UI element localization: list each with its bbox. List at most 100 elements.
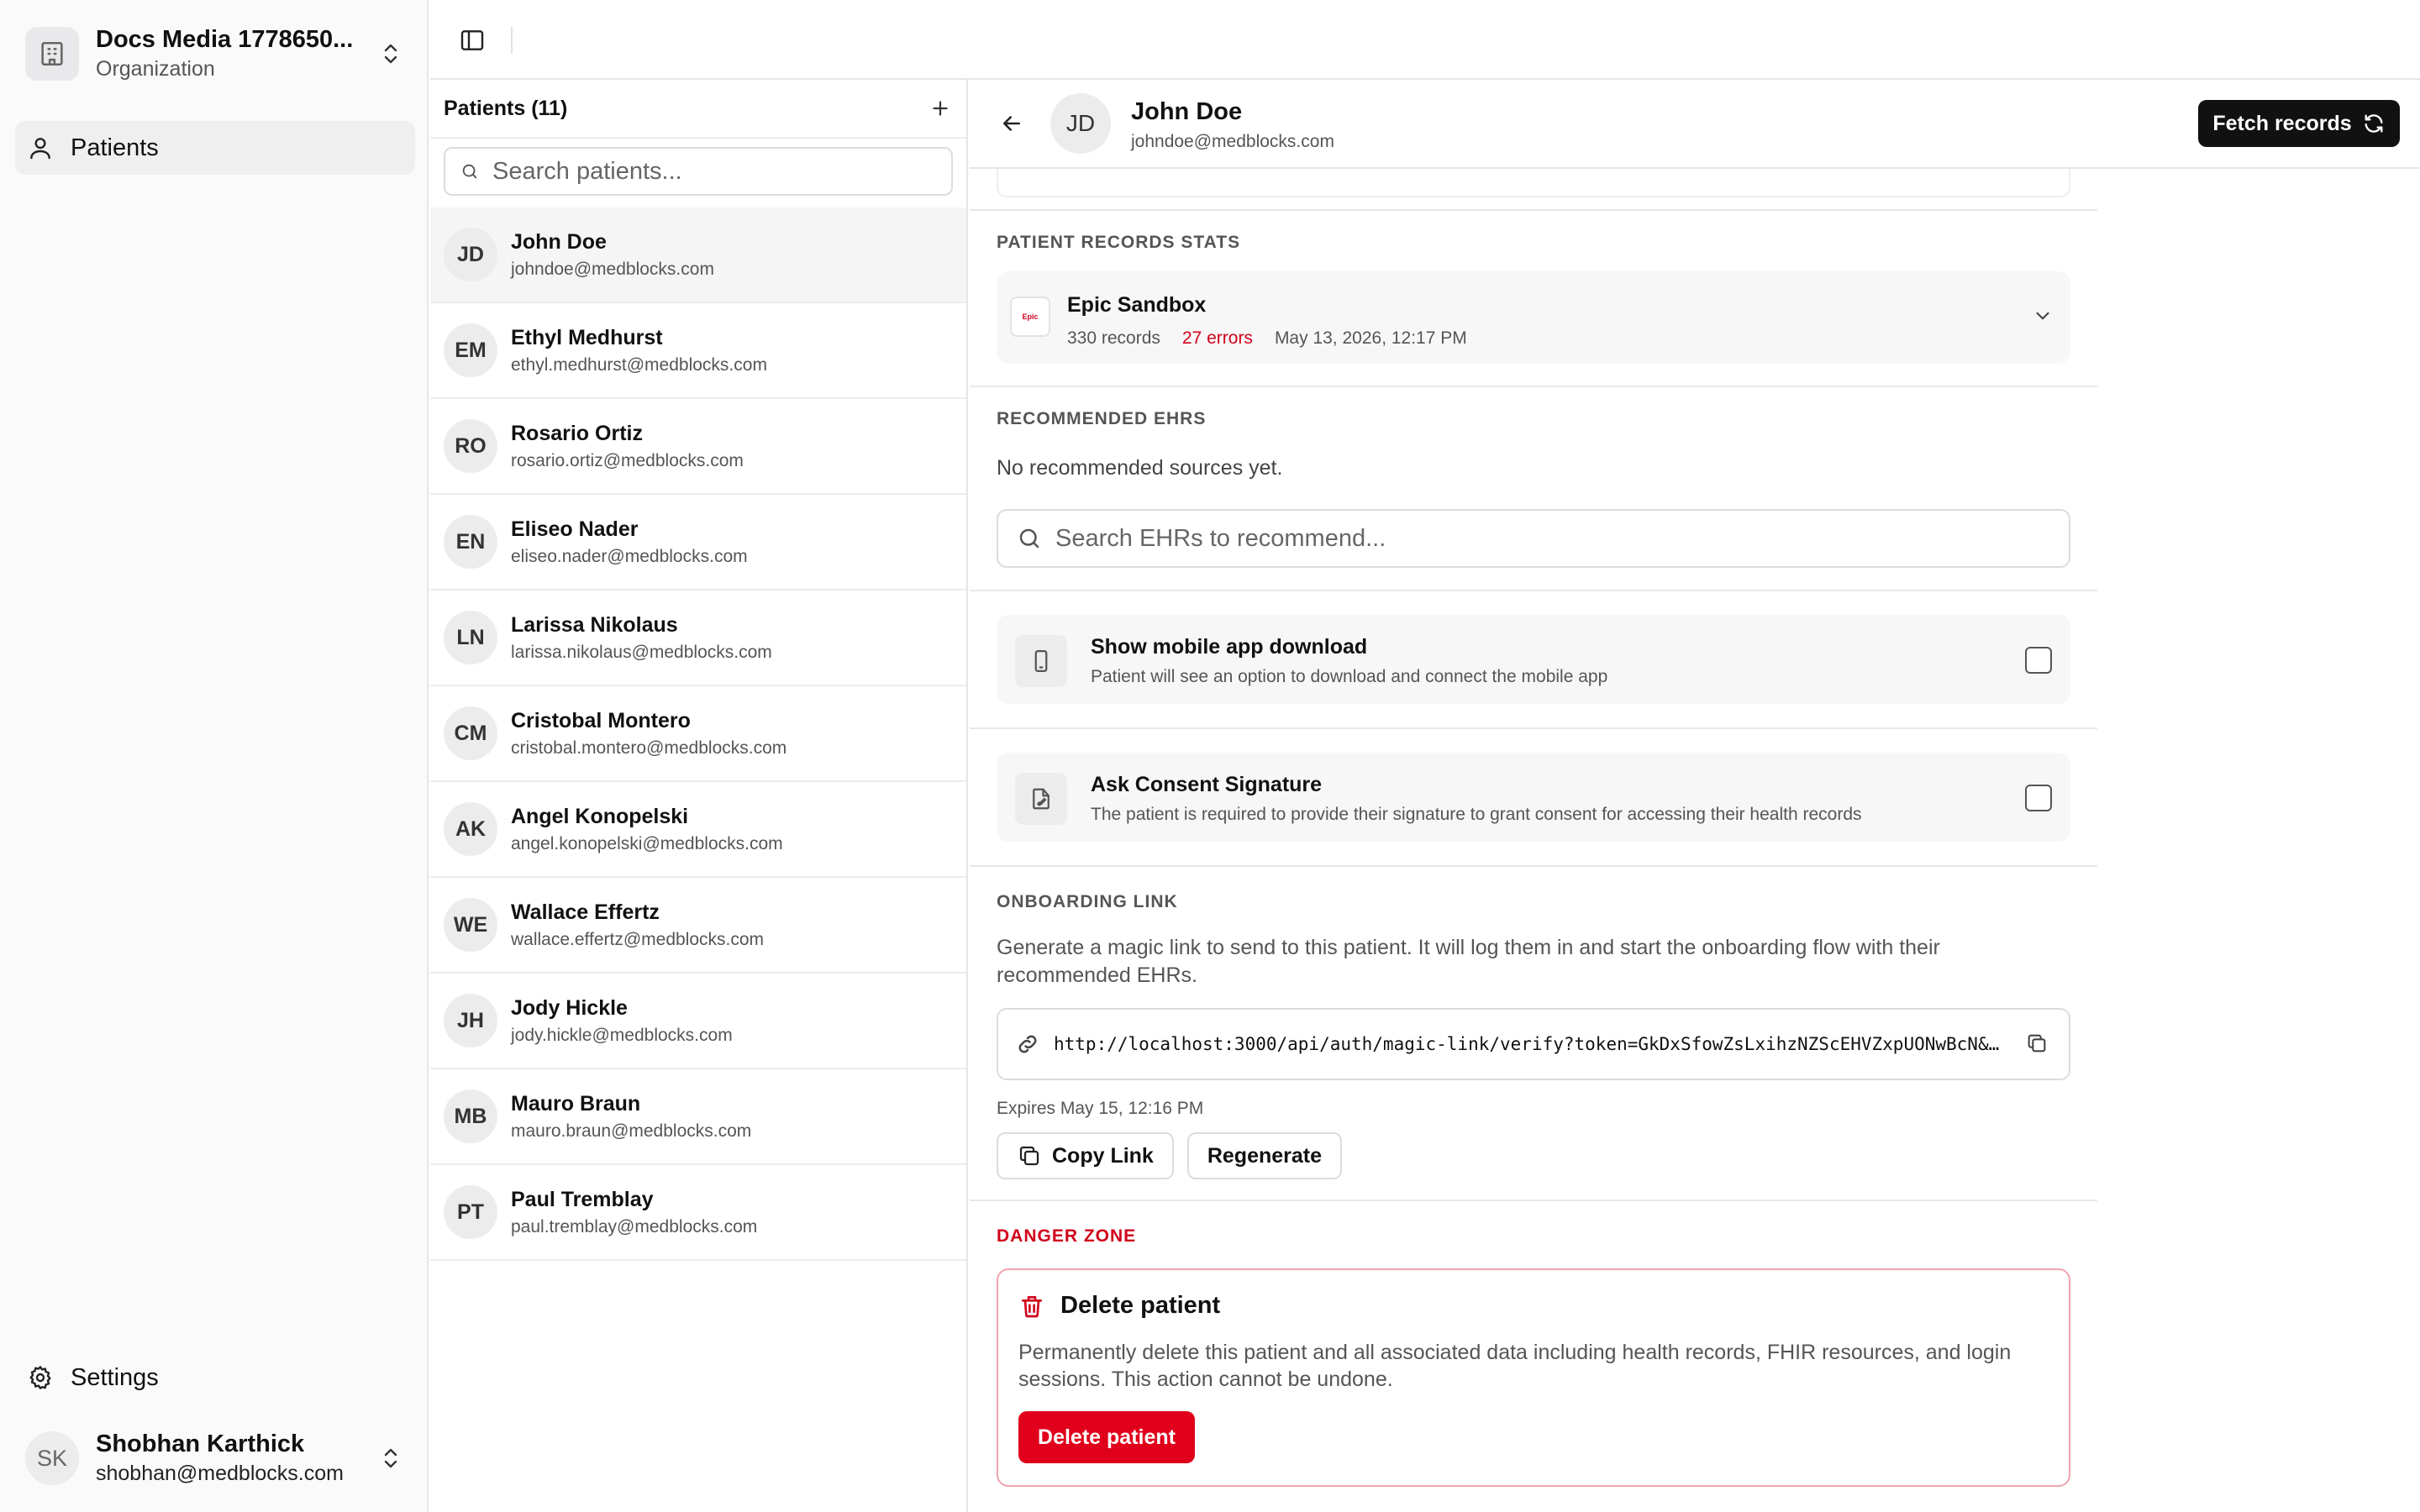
org-subtitle: Organization — [96, 57, 215, 81]
app-window: Docs Media 1778650... Organization Patie… — [0, 0, 2420, 1512]
patients-header: Patients (11) — [430, 80, 966, 139]
copy-link-button[interactable]: Copy Link — [997, 1132, 1174, 1179]
section-title: ONBOARDING LINK — [997, 892, 1178, 911]
gear-icon — [27, 1364, 54, 1391]
org-name: Docs Media 1778650... — [96, 26, 354, 53]
section-title: DANGER ZONE — [997, 1226, 1137, 1246]
smartphone-icon — [1015, 635, 1067, 687]
patient-list-item[interactable]: EM Ethyl Medhurst ethyl.medhurst@medblocks… — [430, 303, 966, 399]
patient-detail: JD John Doe johndoe@medblocks.com Fetch … — [970, 80, 2420, 1512]
magic-link-url[interactable]: http://localhost:3000/api/auth/magic-lin… — [1054, 1034, 2003, 1054]
ehr-source-card[interactable]: Epic Epic Sandbox 330 records 27 errors … — [997, 271, 2070, 364]
search-input[interactable] — [492, 157, 929, 186]
patient-name: Angel Konopelski — [511, 804, 689, 828]
patient-name: Rosario Ortiz — [511, 421, 643, 445]
link-icon — [1018, 1035, 1037, 1053]
scrolled-card-remnant — [970, 150, 2097, 211]
patient-name: Paul Tremblay — [511, 1187, 654, 1211]
regenerate-button[interactable]: Regenerate — [1186, 1132, 1343, 1179]
mobile-app-option: Show mobile app download Patient will se… — [997, 615, 2070, 704]
building-icon — [25, 27, 79, 81]
patient-email: ethyl.medhurst@medblocks.com — [511, 354, 767, 375]
chevron-down-icon[interactable] — [2032, 305, 2054, 331]
patient-name: Wallace Effertz — [511, 900, 660, 924]
top-bar — [430, 0, 2420, 80]
fetch-records-label: Fetch records — [2212, 111, 2352, 135]
option-description: The patient is required to provide their… — [1091, 805, 1862, 824]
patients-panel: Patients (11) JD John Doe johndoe@medblock… — [430, 80, 968, 1512]
arrow-left-icon — [1003, 116, 1020, 131]
ehr-search-input[interactable] — [1055, 524, 2022, 553]
detail-header: JD John Doe johndoe@medblocks.com Fetch … — [970, 80, 2420, 169]
search-icon — [462, 164, 477, 179]
patient-list-item[interactable]: PT Paul Tremblay paul.tremblay@medblocks.c… — [430, 1165, 966, 1261]
patient-list-item[interactable]: RO Rosario Ortiz rosario.ortiz@medblocks.c… — [430, 399, 966, 495]
user-name: Shobhan Karthick — [96, 1431, 305, 1457]
regenerate-label: Regenerate — [1207, 1143, 1323, 1168]
delete-card-title: Delete patient — [1060, 1292, 1221, 1319]
patient-list-item[interactable]: WE Wallace Effertz wallace.effertz@medbloc… — [430, 878, 966, 974]
consent-section: Ask Consent Signature The patient is req… — [970, 729, 2097, 867]
patient-name: John Doe — [1131, 98, 1243, 125]
onboarding-description: Generate a magic link to send to this pa… — [997, 936, 1940, 987]
mobile-app-section: Show mobile app download Patient will se… — [970, 591, 2097, 729]
back-button[interactable] — [995, 107, 1028, 140]
patient-email: johndoe@medblocks.com — [511, 259, 714, 279]
patient-list: JD John Doe johndoe@medblocks.com EM Ethyl M… — [430, 207, 966, 1261]
trash-icon — [1018, 1293, 1045, 1320]
delete-patient-button[interactable]: Delete patient — [1018, 1411, 1195, 1463]
patient-name: Cristobal Montero — [511, 708, 691, 732]
patient-email: paul.tremblay@medblocks.com — [511, 1216, 758, 1236]
patient-email: mauro.braun@medblocks.com — [511, 1121, 752, 1141]
delete-patient-card: Delete patient Permanently delete this p… — [997, 1268, 2070, 1487]
patient-list-item[interactable]: CM Cristobal Montero cristobal.montero@med… — [430, 686, 966, 782]
empty-state-text: No recommended sources yet. — [997, 456, 1283, 480]
patient-email: larissa.nikolaus@medblocks.com — [511, 642, 772, 662]
avatar: SK — [25, 1431, 79, 1485]
chevrons-up-down-icon — [378, 1441, 403, 1475]
patients-title: Patients (11) — [444, 96, 568, 120]
avatar: MB — [444, 1089, 497, 1143]
fetch-records-button[interactable]: Fetch records — [2198, 100, 2400, 147]
patient-search — [444, 147, 953, 196]
sidebar-item-patients[interactable]: Patients — [15, 121, 415, 175]
sidebar-item-settings[interactable]: Settings — [15, 1351, 415, 1404]
copy-icon[interactable] — [2025, 1032, 2049, 1059]
epic-logo: Epic — [1010, 297, 1050, 337]
sidebar-toggle-button[interactable] — [455, 24, 489, 57]
patient-list-item[interactable]: LN Larissa Nikolaus larissa.nikolaus@medbl… — [430, 591, 966, 686]
danger-zone-section: DANGER ZONE Delete patient Permanently d… — [970, 1201, 2097, 1487]
patient-email: rosario.ortiz@medblocks.com — [511, 450, 744, 470]
recommended-ehrs-section: RECOMMENDED EHRS No recommended sources … — [970, 387, 2097, 591]
patient-name: Eliseo Nader — [511, 517, 639, 541]
mobile-app-checkbox[interactable] — [2025, 647, 2052, 674]
patient-email: jody.hickle@medblocks.com — [511, 1025, 733, 1045]
org-switcher[interactable]: Docs Media 1778650... Organization — [25, 24, 403, 84]
option-title: Ask Consent Signature — [1091, 773, 1323, 796]
option-title: Show mobile app download — [1091, 635, 1368, 659]
patient-list-item[interactable]: AK Angel Konopelski angel.konopelski@medbl… — [430, 782, 966, 878]
avatar: EN — [444, 515, 497, 569]
patient-list-item[interactable]: JD John Doe johndoe@medblocks.com — [430, 207, 966, 303]
link-expiry: Expires May 15, 12:16 PM — [997, 1099, 1204, 1118]
patient-list-item[interactable]: JH Jody Hickle jody.hickle@medblocks.com — [430, 974, 966, 1069]
add-patient-button[interactable] — [929, 97, 951, 119]
section-title: RECOMMENDED EHRS — [997, 409, 1207, 428]
user-menu[interactable]: SK Shobhan Karthick shobhan@medblocks.co… — [25, 1428, 403, 1488]
option-description: Patient will see an option to download a… — [1091, 667, 1608, 686]
patient-list-item[interactable]: EN Eliseo Nader eliseo.nader@medblocks.com — [430, 495, 966, 591]
avatar: JD — [1050, 93, 1111, 154]
user-email: shobhan@medblocks.com — [96, 1462, 344, 1485]
patient-email: wallace.effertz@medblocks.com — [511, 929, 765, 949]
patient-list-item[interactable]: MB Mauro Braun mauro.braun@medblocks.com — [430, 1069, 966, 1165]
sidebar-item-label: Settings — [71, 1363, 159, 1391]
patient-name: Mauro Braun — [511, 1091, 641, 1116]
error-count: 27 errors — [1181, 328, 1253, 348]
panel-left-icon — [460, 30, 484, 50]
divider — [511, 27, 513, 54]
avatar: CM — [444, 706, 497, 760]
patient-email: johndoe@medblocks.com — [1131, 132, 1334, 151]
copy-icon — [1017, 1143, 1042, 1168]
consent-checkbox[interactable] — [2025, 785, 2052, 811]
avatar: EM — [444, 323, 497, 377]
